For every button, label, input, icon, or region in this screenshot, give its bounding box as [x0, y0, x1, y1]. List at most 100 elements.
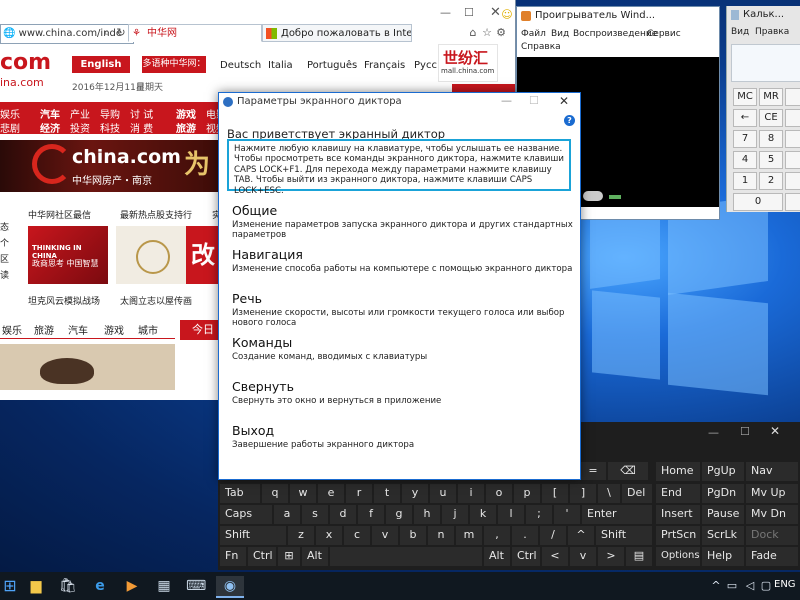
navigation-link[interactable]: Навигация [232, 247, 303, 262]
lang-francais[interactable]: Français [364, 60, 405, 71]
key-v[interactable]: v [372, 526, 398, 545]
calc-key-2[interactable]: 2 [759, 172, 783, 190]
nav-link[interactable]: 导购 [100, 106, 120, 121]
search-icon[interactable]: ⌕ [100, 26, 114, 40]
calc-key-ce[interactable]: CE [759, 109, 783, 127]
commands-link[interactable]: Команды [232, 335, 292, 350]
key-g[interactable]: g [386, 505, 412, 524]
maximize-button[interactable]: ☐ [529, 94, 539, 107]
key-dock[interactable]: Dock [746, 526, 798, 545]
key-o[interactable]: o [486, 484, 512, 503]
english-button[interactable]: English [72, 56, 130, 73]
nav-link[interactable]: 悲剧 [0, 120, 20, 135]
calc-key-8[interactable]: 8 [759, 130, 783, 148]
key-alt-right[interactable]: Alt [484, 547, 510, 566]
key-down[interactable]: v [570, 547, 596, 566]
input-language[interactable]: ENG [774, 579, 796, 590]
key-mvup[interactable]: Mv Up [746, 484, 798, 503]
news-link[interactable]: 坦克风云模拟战场 [28, 294, 100, 307]
key-a[interactable]: a [274, 505, 300, 524]
left-link[interactable]: 态 [0, 220, 9, 236]
key-i[interactable]: i [458, 484, 484, 503]
key-home[interactable]: Home [656, 462, 700, 481]
calculator-icon[interactable]: ▦ [154, 576, 174, 596]
calc-key-1[interactable]: 1 [733, 172, 757, 190]
key-r[interactable]: r [346, 484, 372, 503]
lang-deutsch[interactable]: Deutsch [220, 60, 261, 71]
close-button[interactable]: ✕ [770, 424, 780, 438]
key-ctrl-left[interactable]: Ctrl [248, 547, 276, 566]
key-prtscn[interactable]: PrtScn [656, 526, 700, 545]
nav-link[interactable]: 投资 [70, 120, 90, 135]
key-mvdn[interactable]: Mv Dn [746, 505, 798, 524]
key-q[interactable]: q [262, 484, 288, 503]
refresh-icon[interactable]: ↻ [114, 26, 128, 40]
key-semicolon[interactable]: ; [526, 505, 552, 524]
exit-link[interactable]: Выход [232, 423, 274, 438]
key-l[interactable]: l [498, 505, 524, 524]
key-c[interactable]: c [344, 526, 370, 545]
volume-slider[interactable] [609, 195, 621, 199]
close-button[interactable]: ✕ [559, 94, 569, 108]
key-d[interactable]: d [330, 505, 356, 524]
menu-tools[interactable]: Сервис [647, 29, 681, 39]
calc-key[interactable] [785, 151, 800, 169]
key-bracket-right[interactable]: ] [570, 484, 596, 503]
calc-key-backspace[interactable]: ← [733, 109, 757, 127]
key-quote[interactable]: ' [554, 505, 580, 524]
key-backspace[interactable]: ⌫ [608, 462, 648, 480]
key-k[interactable]: k [470, 505, 496, 524]
minimize-button[interactable]: — [708, 426, 719, 439]
left-link[interactable]: 读 [0, 268, 9, 284]
file-explorer-icon[interactable]: ▆ [26, 576, 46, 596]
key-j[interactable]: j [442, 505, 468, 524]
key-comma[interactable]: , [484, 526, 510, 545]
action-center-icon[interactable]: ▢ [756, 576, 776, 596]
key-end[interactable]: End [656, 484, 700, 503]
key-n[interactable]: n [428, 526, 454, 545]
key-f[interactable]: f [358, 505, 384, 524]
nav-link[interactable]: 科技 [100, 120, 120, 135]
key-right[interactable]: > [598, 547, 624, 566]
speech-link[interactable]: Речь [232, 291, 262, 306]
lang-italia[interactable]: Italia [268, 60, 293, 71]
start-button-icon[interactable]: ⊞ [0, 576, 20, 596]
minimize-button[interactable]: — [501, 94, 512, 107]
key-bracket-left[interactable]: [ [542, 484, 568, 503]
calc-key-0[interactable]: 0 [733, 193, 783, 211]
key-m[interactable]: m [456, 526, 482, 545]
store-icon[interactable]: 🛍 [58, 576, 78, 596]
calc-key[interactable] [785, 193, 800, 211]
calc-key-4[interactable]: 4 [733, 151, 757, 169]
nav-link[interactable]: 经济 [40, 120, 60, 135]
key-y[interactable]: y [402, 484, 428, 503]
category-tab[interactable]: 汽车 [68, 322, 88, 337]
left-link[interactable]: 个 [0, 236, 9, 252]
key-menu-icon[interactable]: ▤ [626, 547, 652, 566]
nav-link[interactable]: 产业 [70, 106, 90, 121]
nav-link[interactable]: 旅游 [176, 120, 196, 135]
mall-ad[interactable]: 世纷汇 mall.china.com [438, 44, 498, 82]
key-tab[interactable]: Tab [220, 484, 260, 503]
key-fn[interactable]: Fn [220, 547, 246, 566]
menu-playback[interactable]: Воспроизведение [573, 29, 657, 39]
tab-china[interactable]: ⚘ 中华网 [128, 24, 262, 42]
windows-key-icon[interactable]: ⊞ [278, 547, 300, 566]
media-player-icon[interactable]: ▶ [122, 576, 142, 596]
help-icon[interactable]: ? [564, 115, 575, 126]
key-pgup[interactable]: PgUp [702, 462, 744, 481]
key-backslash[interactable]: \ [598, 484, 620, 503]
site-logo[interactable]: com [0, 50, 51, 75]
left-link[interactable]: 区 [0, 252, 9, 268]
smiley-feedback-icon[interactable]: ☺ [500, 8, 514, 22]
news-link[interactable]: 太阁立志以屋传画 [120, 294, 192, 307]
general-link[interactable]: Общие [232, 203, 277, 218]
internet-explorer-icon[interactable]: e [90, 576, 110, 596]
key-shift-right[interactable]: Shift [596, 526, 652, 545]
key-pause[interactable]: Pause [702, 505, 744, 524]
key-x[interactable]: x [316, 526, 342, 545]
narrator-icon[interactable]: ◉ [216, 576, 244, 598]
key-t[interactable]: t [374, 484, 400, 503]
key-space[interactable] [330, 547, 482, 566]
key-up[interactable]: ^ [568, 526, 594, 545]
